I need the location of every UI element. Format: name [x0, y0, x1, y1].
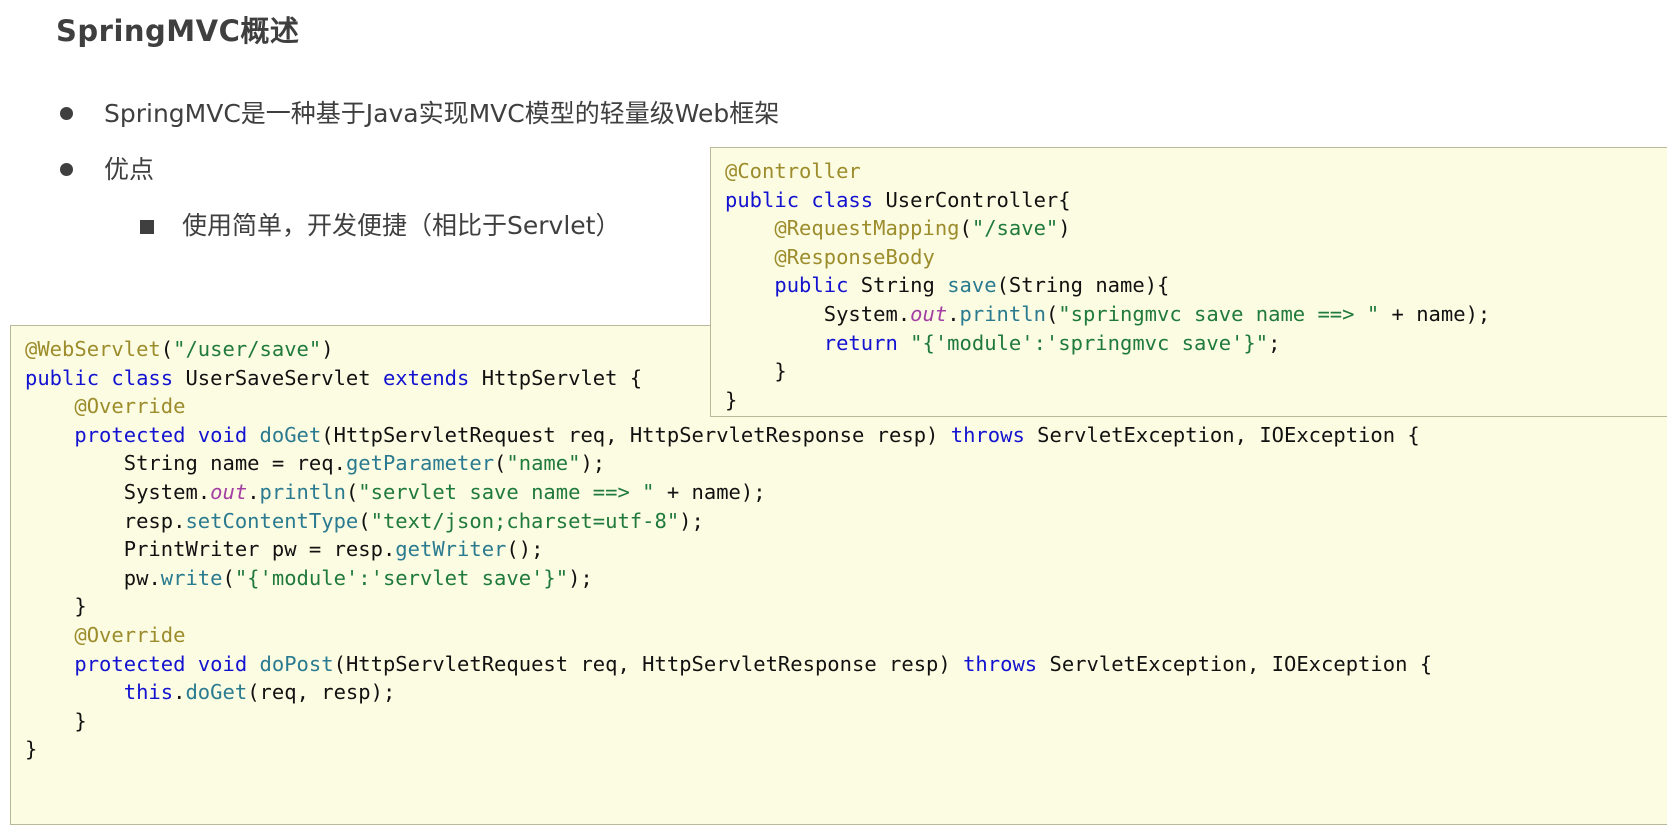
code-block-controller: @Controller public class UserController{…	[710, 147, 1667, 417]
slide-canvas: SpringMVC概述 SpringMVC是一种基于Java实现MVC模型的轻量…	[0, 0, 1667, 825]
bullet-item-1: SpringMVC是一种基于Java实现MVC模型的轻量级Web框架	[0, 96, 1100, 152]
bullet-square-icon	[140, 220, 154, 234]
bullet-disc-icon	[60, 107, 73, 120]
bullet-item-1-label: SpringMVC是一种基于Java实现MVC模型的轻量级Web框架	[104, 99, 780, 128]
bullet-item-3-label: 使用简单，开发便捷（相比于Servlet）	[182, 211, 621, 240]
page-title: SpringMVC概述	[56, 14, 300, 48]
bullet-item-2-label: 优点	[104, 155, 155, 184]
bullet-disc-icon	[60, 163, 73, 176]
